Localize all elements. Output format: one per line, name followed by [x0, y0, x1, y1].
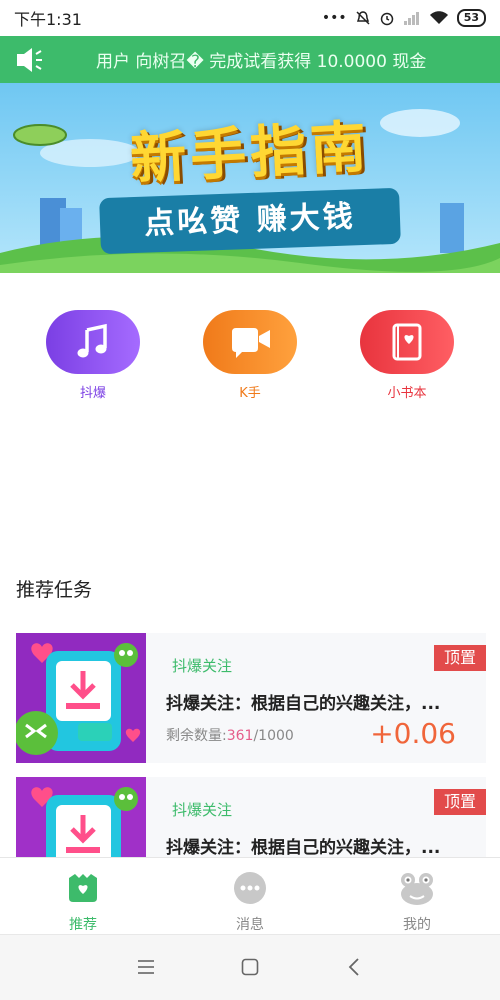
battery-icon: 53 [456, 9, 486, 27]
remaining-label: 剩余数量: [166, 728, 227, 744]
task-thumbnail [16, 633, 146, 763]
music-note-icon [46, 310, 140, 374]
back-icon[interactable] [348, 958, 360, 976]
app-label: 抖爆 [79, 386, 106, 401]
message-icon [234, 872, 266, 904]
task-tag: 抖爆关注 [172, 801, 233, 819]
alarm-icon [380, 12, 393, 26]
tab-recommend[interactable]: 推荐 [33, 870, 133, 934]
task-card[interactable]: 抖爆关注 顶置 抖爆关注：根据自己的兴趣关注，... 剩余数量:361/1000… [16, 633, 486, 763]
status-icons: ••• 53 [322, 9, 486, 27]
menu-icon[interactable] [137, 959, 155, 975]
tab-label: 我的 [403, 917, 431, 933]
task-remaining: 剩余数量:361/1000 [166, 725, 294, 745]
speaker-icon [0, 46, 60, 74]
task-title: 抖爆关注：根据自己的兴趣关注，... [166, 838, 441, 858]
tab-label: 消息 [236, 917, 264, 933]
app-label: K手 [239, 386, 261, 401]
app-kshou[interactable]: K手 [195, 310, 305, 401]
more-icon: ••• [321, 10, 347, 26]
status-bar: 下午1:31 ••• 53 [0, 0, 500, 36]
app-label: 小书本 [387, 386, 427, 401]
app-xiaoshuben[interactable]: 小书本 [352, 310, 462, 401]
remaining-total: /1000 [253, 728, 294, 744]
recommend-icon [69, 874, 97, 902]
wifi-icon [429, 11, 448, 24]
tab-messages[interactable]: 消息 [200, 870, 300, 934]
banner-subtitle: 点吆赞 赚大钱 [99, 187, 401, 255]
task-title: 抖爆关注：根据自己的兴趣关注，... [166, 694, 441, 714]
system-nav-bar [0, 934, 500, 1000]
task-tag: 抖爆关注 [172, 657, 233, 675]
mute-icon [356, 11, 370, 25]
video-camera-icon [203, 310, 297, 374]
notice-text: 用户 向树召� 完成试看获得 10.0000 现金 [96, 52, 427, 72]
remaining-done: 361 [226, 728, 254, 744]
pin-badge: 顶置 [434, 789, 486, 815]
status-time: 下午1:31 [14, 10, 82, 29]
tab-label: 推荐 [69, 917, 97, 933]
bottom-tab-bar: 推荐 消息 我的 [0, 857, 500, 934]
app-shortcuts: 抖爆 K手 小书本 [0, 310, 500, 410]
pin-badge: 顶置 [434, 645, 486, 671]
notice-bar[interactable]: 用户 向树召� 完成试看获得 10.0000 现金 [0, 36, 500, 83]
frog-profile-icon [401, 873, 433, 905]
tab-profile[interactable]: 我的 [367, 870, 467, 934]
app-screen: 下午1:31 ••• 53 用户 向树召� 完成试看获得 10.0000 现金 … [0, 0, 500, 1000]
signal-icon [403, 12, 419, 25]
task-reward: +0.06 [370, 717, 456, 750]
book-icon [360, 310, 454, 374]
app-doubao[interactable]: 抖爆 [38, 310, 148, 401]
banner[interactable]: 新手指南 点吆赞 赚大钱 [0, 83, 500, 273]
home-icon[interactable] [241, 958, 259, 976]
section-title: 推荐任务 [16, 579, 93, 601]
